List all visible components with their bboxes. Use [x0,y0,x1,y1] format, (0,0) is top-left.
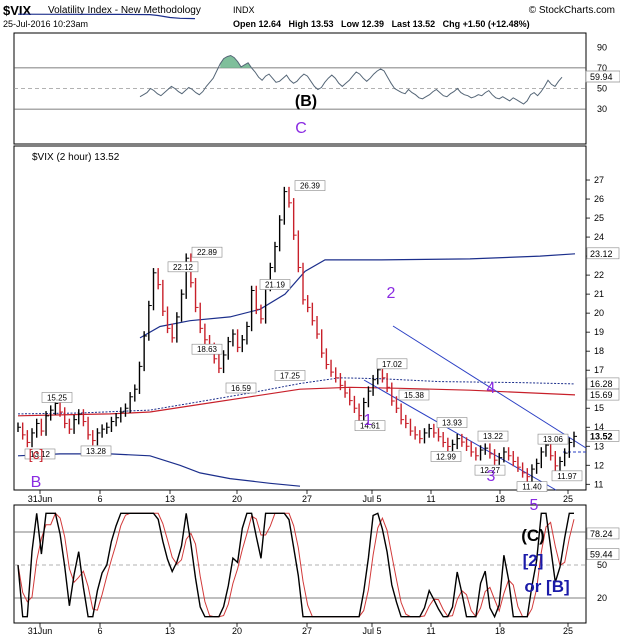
price-tick-label: 22 [594,270,604,280]
stockcharts-figure: $VIX Volatility Index - New Methodology … [3,3,620,636]
price-label: 21.19 [265,281,286,290]
price-tick-label: 17 [594,365,604,375]
x-tick-label: 20 [232,626,242,636]
price-tick-label: 25 [594,213,604,223]
x-tick-label: 25 [563,494,573,504]
price-label: 13.22 [483,432,504,441]
wave-label: [c] [29,446,44,462]
x-tick-label: 11 [426,626,435,636]
x-tick-label: 27 [302,626,312,636]
x-tick-label: 31Jun [28,494,53,504]
x-tick-label: Jul 5 [362,494,381,504]
price-label: 17.02 [382,360,403,369]
header-symbol: $VIX [3,3,32,18]
price-label: 11.97 [557,472,577,481]
price-title: $VIX (2 hour) 13.52 [32,152,120,163]
wave-label: B [31,474,42,491]
price-tick-label: 15 [594,403,604,413]
right-value-label: 16.28 [590,379,613,389]
price-label: 15.25 [47,393,68,402]
price-tick-label: 27 [594,175,604,185]
header-quote: Open 12.64 High 13.53 Low 12.39 Last 13.… [233,19,530,29]
wave-label: C [295,120,307,137]
price-label: 22.89 [197,248,218,257]
x-tick-label: 13 [165,626,175,636]
rsi-tick-label: 50 [597,84,607,94]
price-axis: 1112131415161718192021222324252627 [586,175,604,489]
wave-label: 3 [487,468,496,485]
stoch-tick-label: 20 [597,593,607,603]
price-label: 16.59 [231,384,252,393]
x-axis-bottom: 31Jun 6 13 20 27 Jul 5 11 18 25 [28,623,573,636]
wave-label: (B) [295,93,317,110]
rsi-tick-label: 30 [597,104,607,114]
price-label: 17.25 [280,371,301,380]
stoch-value-label: 59.44 [590,550,613,560]
price-label: 15.38 [404,391,425,400]
price-tick-label: 24 [594,232,604,242]
x-tick-label: 31Jun [28,626,53,636]
price-tick-label: 21 [594,289,604,299]
wave-label: 1 [364,412,373,429]
price-label: 13.06 [543,435,564,444]
x-tick-label: Jul 5 [362,626,381,636]
price-label: 22.12 [173,263,194,272]
stoch-wave-label: (C) [521,526,545,545]
price-label: 11.40 [522,483,542,492]
price-tick-label: 26 [594,194,604,204]
x-axis-middle: 31Jun 6 13 20 27 Jul 5 11 18 25 [28,490,573,504]
x-tick-label: 11 [426,494,435,504]
wave-label: 5 [530,497,539,514]
price-label: 13.93 [442,419,463,428]
stoch-value-label: 78.24 [590,529,613,539]
header-exchange: INDX [233,5,255,15]
right-value-label: 23.12 [590,249,613,259]
x-tick-label: 13 [165,494,175,504]
x-tick-label: 6 [97,494,102,504]
chart-stage: $VIX Volatility Index - New Methodology … [0,0,620,639]
rsi-tick-label: 90 [597,42,607,52]
x-tick-label: 25 [563,626,573,636]
x-tick-label: 18 [495,626,505,636]
price-label: 18.63 [197,345,218,354]
right-value-label: 13.52 [590,431,613,441]
x-tick-label: 27 [302,494,312,504]
stoch-tick-label: 50 [597,560,607,570]
price-tick-label: 11 [594,479,603,489]
price-tick-label: 18 [594,346,604,356]
stoch-wave-label: [2] [523,551,544,570]
wave-label: 4 [487,380,496,397]
price-label: 26.39 [300,182,321,191]
price-tick-label: 12 [594,460,604,470]
price-label: 13.28 [86,447,107,456]
right-value-label: 15.69 [590,390,613,400]
header-timestamp: 25-Jul-2016 10:23am [3,19,88,29]
price-tick-label: 20 [594,308,604,318]
wave-label: 2 [387,285,396,302]
x-tick-label: 20 [232,494,242,504]
x-tick-label: 6 [97,626,102,636]
header-copyright: © StockCharts.com [529,5,615,16]
x-tick-label: 18 [495,494,505,504]
price-label: 12.99 [436,452,457,461]
price-tick-label: 13 [594,441,604,451]
stoch-wave-label: or [B] [524,577,569,596]
price-tick-label: 19 [594,327,604,337]
stoch-value-labels: 78.24 59.44 [586,527,620,560]
rsi-value-label: 59.94 [590,72,613,82]
